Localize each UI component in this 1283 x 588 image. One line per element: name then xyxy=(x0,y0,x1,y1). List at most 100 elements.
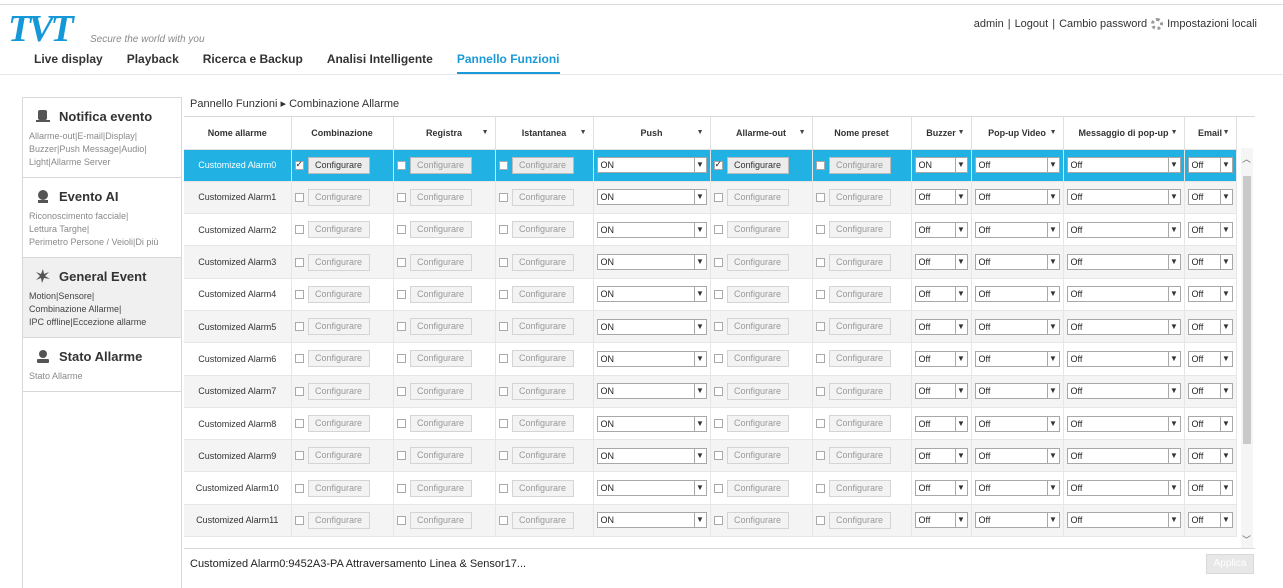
checkbox[interactable] xyxy=(498,322,508,332)
chevron-down-icon[interactable]: ▼ xyxy=(1167,384,1180,399)
checkbox[interactable] xyxy=(815,225,825,235)
checkbox[interactable] xyxy=(396,322,406,332)
checkbox[interactable] xyxy=(294,419,304,429)
push-select[interactable]: ON ▼ xyxy=(596,512,707,529)
table-scrollbar[interactable]: ︿ ﹀ xyxy=(1241,148,1253,548)
email-select[interactable]: Off ▼ xyxy=(1187,383,1233,400)
sidebar-link[interactable]: Motion|Sensore| xyxy=(29,290,181,303)
configure-button[interactable]: Configurare xyxy=(409,318,472,336)
gear-icon[interactable] xyxy=(1151,18,1164,30)
chevron-down-icon[interactable]: ▼ xyxy=(693,416,706,431)
configure-button[interactable]: Configurare xyxy=(409,511,472,529)
configure-button[interactable]: Configurare xyxy=(828,156,891,174)
popup-video-select[interactable]: Off ▼ xyxy=(974,447,1060,464)
push-select[interactable]: ON ▼ xyxy=(596,447,707,464)
popup-video-select[interactable]: Off ▼ xyxy=(974,512,1060,529)
checkbox[interactable] xyxy=(498,225,508,235)
chevron-down-icon[interactable]: ▼ xyxy=(954,481,967,496)
chevron-down-icon[interactable]: ▼ xyxy=(693,255,706,270)
table-row[interactable]: Customized Alarm11 Configurare Configurare… xyxy=(184,504,1237,538)
chevron-down-icon[interactable]: ▼ xyxy=(1167,513,1180,528)
configure-button[interactable]: Configurare xyxy=(307,415,370,433)
checkbox[interactable] xyxy=(498,192,508,202)
chevron-down-icon[interactable]: ▼ xyxy=(1219,255,1232,270)
configure-button[interactable]: Configurare xyxy=(828,253,891,271)
push-select[interactable]: ON ▼ xyxy=(596,383,707,400)
sidebar-link[interactable]: IPC offline|Eccezione allarme xyxy=(29,316,181,329)
push-select[interactable]: ON ▼ xyxy=(596,286,707,303)
checkbox[interactable] xyxy=(713,225,723,235)
push-select[interactable]: ON ▼ xyxy=(596,350,707,367)
chevron-down-icon[interactable]: ▼ xyxy=(1046,513,1059,528)
chevron-down-icon[interactable]: ▼ xyxy=(1219,513,1232,528)
push-select[interactable]: ON ▼ xyxy=(596,480,707,497)
checkbox[interactable] xyxy=(713,419,723,429)
chevron-down-icon[interactable]: ▼ xyxy=(1167,222,1180,237)
configure-button[interactable]: Configurare xyxy=(726,415,789,433)
push-select[interactable]: ON ▼ xyxy=(596,221,707,238)
popup-message-select[interactable]: Off ▼ xyxy=(1066,221,1181,238)
configure-button[interactable]: Configurare xyxy=(511,479,574,497)
buzzer-select[interactable]: Off ▼ xyxy=(914,221,968,238)
checkbox[interactable] xyxy=(396,257,406,267)
configure-button[interactable]: Configurare xyxy=(828,511,891,529)
email-select[interactable]: Off ▼ xyxy=(1187,254,1233,271)
popup-video-select[interactable]: Off ▼ xyxy=(974,221,1060,238)
checkbox[interactable] xyxy=(815,257,825,267)
chevron-down-icon[interactable]: ▼ xyxy=(1046,416,1059,431)
checkbox[interactable] xyxy=(815,515,825,525)
checkbox[interactable] xyxy=(294,354,304,364)
popup-video-select[interactable]: Off ▼ xyxy=(974,350,1060,367)
chevron-down-icon[interactable]: ▼ xyxy=(693,481,706,496)
checkbox[interactable] xyxy=(815,451,825,461)
sidebar-link[interactable]: Light|Allarme Server xyxy=(29,156,181,169)
checkbox[interactable] xyxy=(396,225,406,235)
configure-button[interactable]: Configurare xyxy=(307,350,370,368)
chevron-down-icon[interactable]: ▼ xyxy=(1219,384,1232,399)
chevron-down-icon[interactable]: ▼ xyxy=(1167,319,1180,334)
checkbox[interactable] xyxy=(396,419,406,429)
chevron-down-icon[interactable]: ▼ xyxy=(1046,448,1059,463)
chevron-down-icon[interactable]: ▼ xyxy=(1046,222,1059,237)
chevron-down-icon[interactable]: ▼ xyxy=(1219,448,1232,463)
chevron-down-icon[interactable]: ▼ xyxy=(954,222,967,237)
checkbox[interactable] xyxy=(713,451,723,461)
sidebar-section-title[interactable]: Stato Allarme xyxy=(27,348,181,364)
table-row[interactable]: Customized Alarm7 Configurare Configurare C… xyxy=(184,375,1237,408)
logout-link[interactable]: Logout xyxy=(1015,18,1049,30)
push-select[interactable]: ON ▼ xyxy=(596,318,707,335)
configure-button[interactable]: Configurare xyxy=(307,253,370,271)
chevron-down-icon[interactable]: ▼ xyxy=(1167,158,1180,173)
column-header-push[interactable]: Push ▼ xyxy=(593,117,711,150)
configure-button[interactable]: Configurare xyxy=(511,350,574,368)
popup-message-select[interactable]: Off ▼ xyxy=(1066,318,1181,335)
chevron-down-icon[interactable]: ▼ xyxy=(1046,158,1059,173)
scroll-up-icon[interactable]: ︿ xyxy=(1242,152,1251,165)
chevron-down-icon[interactable]: ▼ xyxy=(697,129,704,136)
popup-message-select[interactable]: Off ▼ xyxy=(1066,189,1181,206)
configure-button[interactable]: Configurare xyxy=(726,447,789,465)
column-header-allarme-out[interactable]: Allarme-out ▼ xyxy=(710,117,813,150)
chevron-down-icon[interactable]: ▼ xyxy=(1167,255,1180,270)
configure-button[interactable]: Configurare xyxy=(307,479,370,497)
chevron-down-icon[interactable]: ▼ xyxy=(1046,255,1059,270)
buzzer-select[interactable]: Off ▼ xyxy=(914,447,968,464)
checkbox[interactable] xyxy=(294,451,304,461)
buzzer-select[interactable]: ON ▼ xyxy=(914,157,968,174)
nav-tab-pannello-funzioni[interactable]: Pannello Funzioni xyxy=(456,52,560,75)
push-select[interactable]: ON ▼ xyxy=(596,254,707,271)
configure-button[interactable]: Configurare xyxy=(828,350,891,368)
checkbox[interactable] xyxy=(713,386,723,396)
chevron-down-icon[interactable]: ▼ xyxy=(693,384,706,399)
configure-button[interactable]: Configurare xyxy=(307,285,370,303)
checkbox[interactable] xyxy=(498,386,508,396)
chevron-down-icon[interactable]: ▼ xyxy=(1219,190,1232,205)
checkbox[interactable] xyxy=(713,515,723,525)
checkbox[interactable] xyxy=(815,160,825,170)
chevron-down-icon[interactable]: ▼ xyxy=(1046,481,1059,496)
checkbox[interactable] xyxy=(294,289,304,299)
checkbox[interactable] xyxy=(713,483,723,493)
chevron-down-icon[interactable]: ▼ xyxy=(1046,319,1059,334)
table-row[interactable]: Customized Alarm6 Configurare Configurare C… xyxy=(184,342,1237,376)
checkbox[interactable] xyxy=(713,289,723,299)
